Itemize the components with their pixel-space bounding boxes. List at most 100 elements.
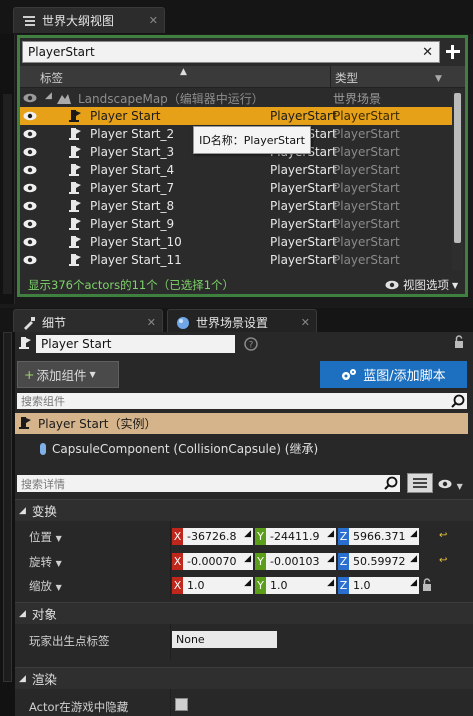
add-component-button[interactable]: + 添加组件 ▼ (17, 361, 119, 388)
eye-icon[interactable] (23, 165, 37, 175)
tree-row-actor[interactable]: Player Start_11 PlayerStart PlayerStart (20, 251, 452, 269)
tree-row-actor[interactable]: Player Start_7 PlayerStart PlayerStart (20, 179, 452, 197)
section-transform[interactable]: ◢ 变换 (15, 499, 473, 521)
chevron-down-icon: ▼ (89, 370, 96, 379)
scale-y-field[interactable]: Y 1.0 ◢ (255, 577, 336, 594)
lock-icon[interactable] (421, 578, 433, 592)
left-side-panel-lower (0, 332, 15, 716)
blueprint-button-label: 蓝图/添加脚本 (363, 369, 446, 384)
search-details-input[interactable]: 搜索详情 (17, 475, 400, 492)
chevron-down-icon: ▼ (55, 534, 62, 543)
player-start-icon (69, 182, 81, 194)
eye-icon (385, 280, 399, 290)
outliner-column-header: 标签 ▲ 类型 ▼ (20, 66, 465, 88)
chevron-down-icon: ▼ (452, 280, 459, 290)
tree-row-actor[interactable]: Player Start_4 PlayerStart PlayerStart (20, 161, 452, 179)
tree-row-actor[interactable]: Player Start PlayerStart PlayerStart (20, 107, 452, 125)
add-folder-button[interactable] (443, 42, 463, 62)
eye-icon[interactable] (23, 183, 37, 193)
player-start-icon (69, 164, 81, 176)
scale-x-field[interactable]: X 1.0 ◢ (172, 577, 253, 594)
rotation-z-field[interactable]: Z 50.59972 ◢ (338, 553, 419, 570)
column-label-header[interactable]: 标签 (40, 70, 63, 86)
tree-row-actor[interactable]: Player Start_8 PlayerStart PlayerStart (20, 197, 452, 215)
player-start-icon (69, 110, 81, 122)
tab-world-outliner[interactable]: 世界大纲视图 ✕ (13, 7, 165, 33)
eye-icon[interactable] (23, 255, 37, 265)
actor-hidden-in-game-checkbox[interactable] (175, 698, 188, 711)
clear-search-icon[interactable]: ✕ (422, 45, 433, 60)
collapse-arrow-icon[interactable]: ◢ (45, 91, 52, 101)
eye-icon[interactable] (23, 201, 37, 211)
eye-icon[interactable] (23, 147, 37, 157)
location-z-field[interactable]: Z 5966.371 ◢ (338, 528, 419, 545)
actor-type: PlayerStart (270, 199, 337, 213)
outliner-status-bar: 显示376个actors的11个（已选择1个） 视图选项 ▼ (20, 274, 465, 294)
root-component-label: Player Start（实例） (38, 417, 157, 431)
child-component-label: CapsuleComponent (CollisionCapsule) (继承) (52, 442, 319, 456)
player-start-icon (69, 146, 81, 158)
close-icon[interactable]: ✕ (147, 316, 156, 329)
actor-label: Player Start_8 (90, 199, 175, 213)
component-tree-child[interactable]: CapsuleComponent (CollisionCapsule) (继承) (39, 440, 318, 457)
eye-icon[interactable] (23, 237, 37, 247)
rotation-x-field[interactable]: X -0.00070 ◢ (172, 553, 253, 570)
chevron-down-icon: ▼ (55, 583, 62, 592)
scale-label[interactable]: 缩放 ▼ (29, 578, 62, 594)
blueprint-add-script-button[interactable]: 蓝图/添加脚本 (320, 361, 467, 388)
section-object-label: 对象 (31, 607, 57, 622)
property-matrix-button[interactable] (407, 473, 433, 493)
location-x-field[interactable]: X -36726.8 ◢ (172, 528, 253, 545)
column-type-header[interactable]: 类型 (335, 70, 358, 86)
eye-icon[interactable] (23, 219, 37, 229)
actor-type: PlayerStart (270, 109, 337, 123)
tree-row-actor[interactable]: Player Start_10 PlayerStart PlayerStart (20, 233, 452, 251)
lock-icon[interactable] (453, 335, 465, 349)
tooltip: ID名称：PlayerStart (193, 126, 311, 154)
location-y-field[interactable]: Y -24411.9 ◢ (255, 528, 336, 545)
actor-name-input[interactable]: Player Start (36, 335, 235, 353)
view-options-button[interactable]: 视图选项 ▼ (384, 277, 458, 293)
reset-arrow-icon[interactable]: ↩ (439, 530, 447, 541)
eye-icon[interactable] (23, 129, 37, 139)
close-icon[interactable]: ✕ (301, 316, 310, 329)
rotation-label[interactable]: 旋转 ▼ (29, 554, 62, 570)
component-tree-root[interactable]: Player Start（实例） (15, 413, 468, 434)
section-object[interactable]: ◢ 对象 (15, 602, 473, 624)
chevron-down-icon: ▼ (55, 559, 62, 568)
tree-row-actor[interactable]: Player Start_9 PlayerStart PlayerStart (20, 215, 452, 233)
actor-label: Player Start_4 (90, 163, 175, 177)
help-icon[interactable]: ? (244, 337, 258, 351)
chevron-down-icon[interactable]: ▼ (435, 74, 442, 84)
details-tab-strip: 细节 ✕ 世界场景设置 ✕ (0, 308, 473, 335)
scale-z-field[interactable]: Z 1.0 ◢ (338, 577, 419, 594)
section-rendering[interactable]: ◢ 渲染 (15, 667, 473, 689)
location-label[interactable]: 位置 ▼ (29, 529, 62, 545)
eye-icon[interactable] (23, 93, 37, 103)
collapse-arrow-icon: ◢ (19, 673, 26, 684)
actor-label: Player Start_9 (90, 217, 175, 231)
rotation-y-field[interactable]: Y -0.00103 ◢ (255, 553, 336, 570)
chevron-down-icon: ▼ (456, 482, 463, 491)
left-side-panel (0, 34, 15, 304)
outliner-search-input[interactable]: PlayerStart ✕ (22, 41, 440, 63)
details-icon (24, 316, 35, 330)
player-start-tag-input[interactable]: None (172, 631, 277, 648)
reset-arrow-icon[interactable]: ↩ (439, 555, 447, 566)
tree-row-map[interactable]: ◢ LandscapeMap（编辑器中运行） 世界场景 (20, 89, 452, 107)
close-icon[interactable]: ✕ (149, 14, 158, 27)
scrollbar-thumb[interactable] (454, 93, 461, 243)
player-start-tag-label: 玩家出生点标签 (29, 634, 110, 648)
actor-type-secondary: PlayerStart (333, 163, 400, 177)
map-icon (57, 94, 71, 104)
tab-details-label: 细节 (42, 316, 67, 330)
eye-icon[interactable] (23, 111, 37, 121)
actor-type-secondary: PlayerStart (333, 145, 400, 159)
grid-icon (413, 478, 427, 488)
view-options-button[interactable]: ▼ (437, 478, 463, 492)
eye-icon (438, 479, 452, 489)
player-start-icon (69, 200, 81, 212)
search-components-input[interactable]: 搜索组件 (17, 393, 467, 409)
map-row-label: LandscapeMap（编辑器中运行） (78, 91, 264, 106)
tab-world-outliner-label: 世界大纲视图 (42, 14, 115, 28)
